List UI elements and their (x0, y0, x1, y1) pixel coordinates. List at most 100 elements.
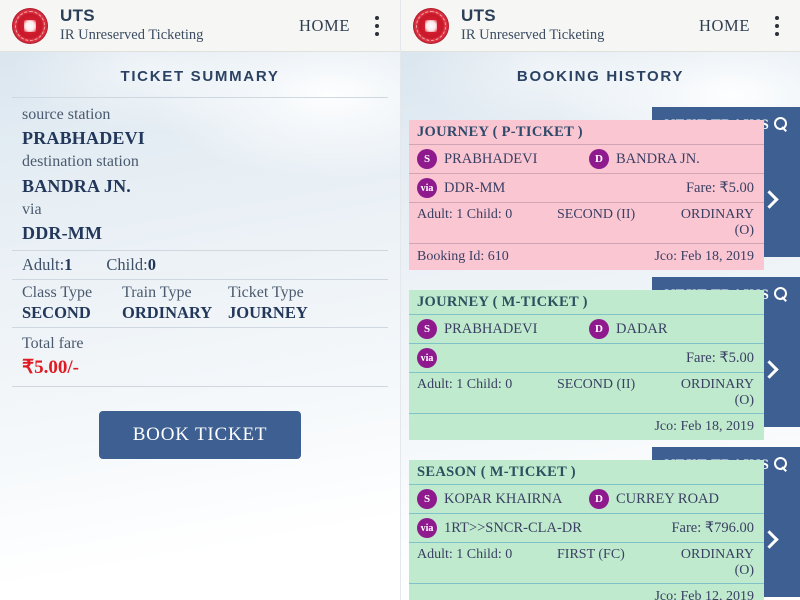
total-fare-label: Total fare (22, 335, 84, 353)
book-ticket-button[interactable]: BOOK TICKET (98, 411, 302, 460)
destination-station: BANDRA JN. (616, 150, 700, 167)
journey-date: Jco: Feb 18, 2019 (654, 249, 754, 264)
booking-meta-row: Booking Id: 610 Jco: Feb 18, 2019 (409, 243, 764, 270)
adult-count: Adult:1 (22, 255, 72, 275)
source-station: PRABHADEVI (444, 320, 538, 337)
passenger-count: Adult: 1 Child: 0 (417, 377, 513, 392)
via-route: 1RT>>SNCR-CLA-DR (444, 519, 582, 536)
source-station: PRABHADEVI (444, 150, 538, 167)
stations-row: S KOPAR KHAIRNA D CURREY ROAD (409, 484, 764, 513)
via-badge-icon: via (417, 518, 437, 538)
home-link[interactable]: HOME (693, 12, 756, 40)
via-badge-icon: via (417, 348, 437, 368)
class-type: FIRST (FC) (557, 547, 625, 562)
fare-value: Fare: ₹5.00 (685, 179, 754, 196)
page-title-booking-history: BOOKING HISTORY (516, 68, 685, 85)
class-type: SECOND (II) (557, 377, 636, 392)
booking-id (417, 419, 654, 435)
source-station-block: source station PRABHADEVI destination st… (12, 97, 388, 250)
ticket-types-values: SECOND ORDINARY JOURNEY (22, 303, 388, 323)
source-badge-icon: S (417, 319, 437, 339)
booking-card-item[interactable]: NEXT TRAINS JOURNEY ( M-TICKET ) S PRABH… (401, 267, 800, 440)
fare-value: Fare: ₹796.00 (671, 519, 754, 536)
app-bar-right: UTS IR Unreserved Ticketing HOME (401, 0, 800, 52)
ticket-types-header: Class Type Train Type Ticket Type (22, 284, 388, 302)
booking-card-item[interactable]: NEXT TRAINS JOURNEY ( P-TICKET ) S PRABH… (401, 97, 800, 270)
via-label: via (22, 200, 42, 218)
via-badge-icon: via (417, 178, 437, 198)
source-station: KOPAR KHAIRNA (444, 490, 563, 507)
kebab-dot (375, 23, 379, 28)
train-type: ORDINARY (O) (680, 377, 754, 408)
destination-station-value: BANDRA JN. (22, 175, 132, 196)
book-ticket-area: BOOK TICKET (12, 387, 388, 460)
journey-date: Jco: Feb 12, 2019 (654, 589, 754, 600)
home-link[interactable]: HOME (293, 12, 356, 40)
app-title: UTS (60, 6, 95, 26)
child-label: Child: (106, 255, 148, 275)
via-fare-row: via DDR-MM Fare: ₹5.00 (409, 173, 764, 202)
destination-group: D BANDRA JN. (589, 149, 754, 169)
booking-meta-columns: Jco: Feb 12, 2019 (417, 589, 754, 600)
source-station-value: PRABHADEVI (22, 128, 146, 149)
source-station-label: source station (22, 106, 111, 123)
train-type-value: ORDINARY (122, 303, 213, 323)
via-fare-row: via 1RT>>SNCR-CLA-DR Fare: ₹796.00 (409, 513, 764, 542)
journey-date: Jco: Feb 18, 2019 (654, 419, 754, 434)
ticket-type-heading: JOURNEY ( P-TICKET ) (417, 124, 583, 140)
class-type-label: Class Type (22, 284, 93, 302)
kebab-menu-icon[interactable] (764, 9, 790, 43)
magnifier-icon (774, 457, 788, 470)
kebab-dot (775, 31, 779, 36)
child-count: Child:0 (106, 255, 156, 275)
via-fare-row: via Fare: ₹5.00 (409, 343, 764, 372)
booking-history-list: NEXT TRAINS JOURNEY ( P-TICKET ) S PRABH… (401, 97, 800, 600)
page-title-ticket-summary: TICKET SUMMARY (120, 68, 280, 85)
booking-id: Booking Id: 610 (417, 249, 509, 264)
source-badge-icon: S (417, 149, 437, 169)
destination-group: D DADAR (589, 319, 754, 339)
passenger-count-row: Adult:1 Child:0 (12, 250, 388, 279)
destination-badge-icon: D (589, 489, 609, 509)
destination-badge-icon: D (589, 319, 609, 339)
ticket-summary-list: source station PRABHADEVI destination st… (12, 97, 388, 460)
ticket-card[interactable]: SEASON ( M-TICKET ) S KOPAR KHAIRNA D CU… (409, 460, 764, 600)
source-group: S KOPAR KHAIRNA (417, 489, 589, 509)
kebab-dot (775, 15, 779, 20)
pax-class-row: Adult: 1 Child: 0 FIRST (FC) ORDINARY (O… (409, 542, 764, 583)
adult-value: 1 (64, 255, 73, 275)
pax-class-columns: Adult: 1 Child: 0 SECOND (II) ORDINARY (… (417, 377, 754, 409)
source-group: S PRABHADEVI (417, 149, 589, 169)
booking-history-panel: UTS IR Unreserved Ticketing HOME BOOKING… (400, 0, 800, 600)
ticket-types-row: Class Type Train Type Ticket Type SECOND… (12, 279, 388, 327)
booking-meta-row: Jco: Feb 18, 2019 (409, 413, 764, 440)
ticket-summary-panel: UTS IR Unreserved Ticketing HOME TICKET … (0, 0, 400, 600)
ticket-type-value: JOURNEY (228, 303, 308, 323)
child-value: 0 (147, 255, 156, 275)
destination-station-label: destination station (22, 153, 139, 171)
total-fare-value: ₹5.00/- (22, 356, 79, 378)
ticket-card[interactable]: JOURNEY ( P-TICKET ) S PRABHADEVI D BAND… (409, 120, 764, 270)
booking-meta-columns: Booking Id: 610 Jco: Feb 18, 2019 (417, 249, 754, 265)
pax-class-row: Adult: 1 Child: 0 SECOND (II) ORDINARY (… (409, 372, 764, 413)
pax-class-row: Adult: 1 Child: 0 SECOND (II) ORDINARY (… (409, 202, 764, 243)
via-value: DDR-MM (22, 223, 103, 244)
ticket-type-heading: JOURNEY ( M-TICKET ) (417, 294, 588, 310)
app-subtitle: IR Unreserved Ticketing (60, 27, 204, 44)
source-group: S PRABHADEVI (417, 319, 589, 339)
app-title: UTS (461, 6, 496, 26)
kebab-dot (375, 15, 379, 20)
fare-value: Fare: ₹5.00 (685, 349, 754, 366)
pax-class-columns: Adult: 1 Child: 0 FIRST (FC) ORDINARY (O… (417, 547, 754, 579)
ticket-card[interactable]: JOURNEY ( M-TICKET ) S PRABHADEVI D DADA… (409, 290, 764, 440)
source-badge-icon: S (417, 489, 437, 509)
stations-row: S PRABHADEVI D DADAR (409, 314, 764, 343)
passenger-count: Adult: 1 Child: 0 (417, 547, 513, 562)
via-route: DDR-MM (444, 179, 506, 196)
class-type: SECOND (II) (557, 207, 636, 222)
booking-card-item[interactable]: NEXT TRAINS SEASON ( M-TICKET ) S KOPAR … (401, 437, 800, 600)
brand-block: UTS IR Unreserved Ticketing (461, 7, 604, 43)
booking-meta-row: Jco: Feb 12, 2019 (409, 583, 764, 600)
destination-badge-icon: D (589, 149, 609, 169)
kebab-menu-icon[interactable] (364, 9, 390, 43)
